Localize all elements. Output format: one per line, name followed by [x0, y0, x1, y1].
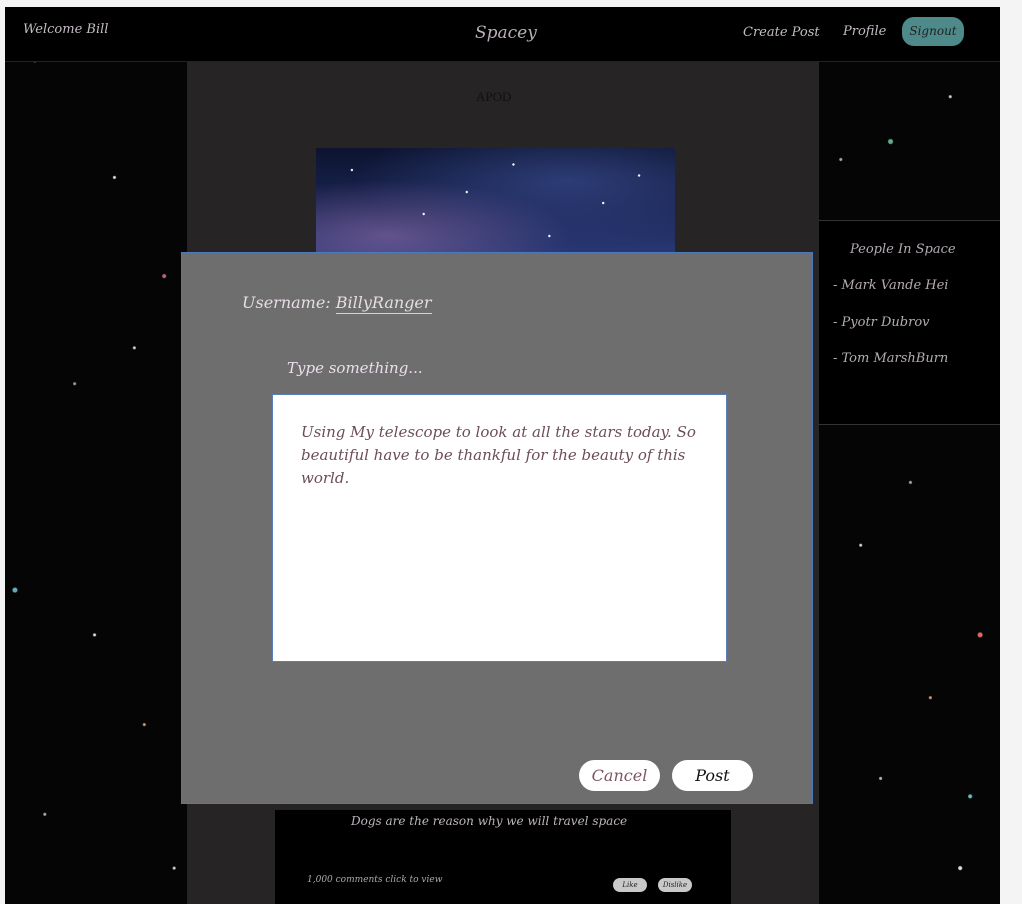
username-row: Username: BillyRanger: [242, 293, 432, 314]
post-textarea[interactable]: Using My telescope to look at all the st…: [272, 394, 727, 662]
nav-profile[interactable]: Profile: [843, 24, 886, 39]
top-nav-bar: Welcome Bill Spacey Create Post Profile …: [5, 7, 1000, 62]
username-value: BillyRanger: [335, 293, 432, 314]
post-text: Dogs are the reason why we will travel s…: [351, 814, 628, 828]
comments-link[interactable]: 1,000 comments click to view: [307, 875, 442, 885]
people-in-space-panel: People In Space - Mark Vande Hei - Pyotr…: [819, 220, 1000, 425]
signout-button[interactable]: Signout: [902, 17, 964, 46]
nav-create-post[interactable]: Create Post: [743, 25, 820, 40]
brand-title[interactable]: Spacey: [475, 23, 537, 43]
people-in-space-title: People In Space: [850, 242, 956, 257]
post-button[interactable]: Post: [672, 760, 753, 791]
apod-label: APOD: [476, 89, 512, 104]
like-button[interactable]: Like: [613, 878, 647, 892]
dislike-button[interactable]: Dislike: [658, 878, 692, 892]
create-post-modal: Username: BillyRanger Type something... …: [181, 252, 813, 804]
people-item: - Tom MarshBurn: [833, 351, 949, 366]
apod-image: [316, 148, 675, 258]
welcome-text: Welcome Bill: [23, 22, 109, 37]
type-something-label: Type something...: [287, 359, 423, 377]
post-textarea-content[interactable]: Using My telescope to look at all the st…: [301, 421, 701, 490]
post-card: Dogs are the reason why we will travel s…: [275, 810, 731, 904]
cancel-button[interactable]: Cancel: [579, 760, 660, 791]
people-item: - Pyotr Dubrov: [833, 315, 930, 330]
people-item: - Mark Vande Hei: [833, 278, 949, 293]
username-label: Username:: [242, 293, 331, 312]
